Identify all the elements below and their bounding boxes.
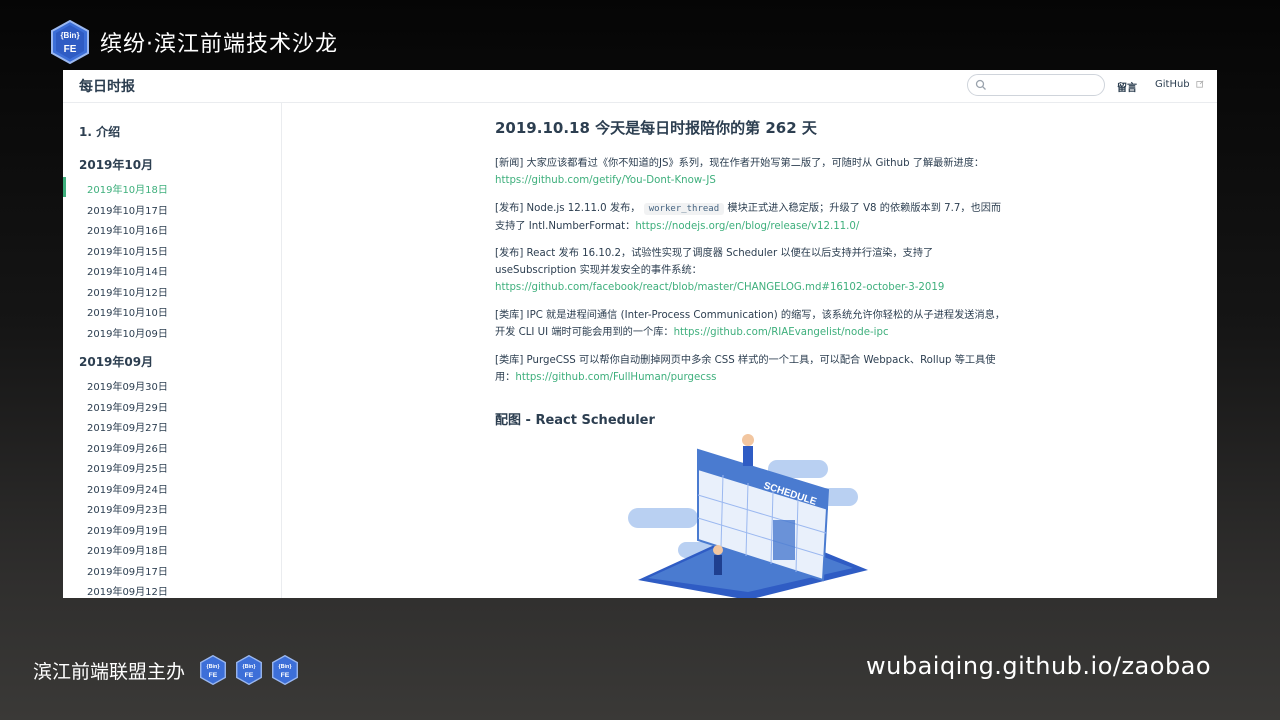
sidebar-item-20190927[interactable]: 2019年09月27日 bbox=[87, 419, 168, 434]
news-item-2-text-a: [发布] Node.js 12.11.0 发布， bbox=[495, 203, 641, 214]
sidebar-item-20190926[interactable]: 2019年09月26日 bbox=[87, 440, 168, 455]
news-item-3-text: [发布] React 发布 16.10.2，试验性实现了调度器 Schedule… bbox=[495, 248, 934, 276]
sidebar-item-20190918[interactable]: 2019年09月18日 bbox=[87, 542, 168, 557]
sidebar: 1. 介绍 2019年10月 2019年10月18日 2019年10月17日 2… bbox=[63, 103, 282, 598]
sidebar-item-20190924[interactable]: 2019年09月24日 bbox=[87, 481, 168, 496]
page-title: 2019.10.18 今天是每日时报陪你的第 262 天 bbox=[495, 119, 817, 137]
nav-github-link[interactable]: GitHub bbox=[1155, 79, 1204, 90]
sidebar-item-20191018[interactable]: 2019年10月18日 bbox=[87, 181, 168, 196]
nav-message-link[interactable]: 留言 bbox=[1117, 79, 1137, 94]
svg-text:FE: FE bbox=[281, 672, 290, 679]
sidebar-item-20191010[interactable]: 2019年10月10日 bbox=[87, 304, 168, 319]
sidebar-item-20190929[interactable]: 2019年09月29日 bbox=[87, 399, 168, 414]
sidebar-item-intro[interactable]: 1. 介绍 bbox=[79, 123, 120, 140]
site-title[interactable]: 每日时报 bbox=[79, 76, 135, 96]
news-item-3-link[interactable]: https://github.com/facebook/react/blob/m… bbox=[495, 282, 944, 293]
bin-fe-logo-icon: {Bin} FE bbox=[272, 655, 298, 685]
sidebar-item-20191017[interactable]: 2019年10月17日 bbox=[87, 202, 168, 217]
sidebar-item-20190923[interactable]: 2019年09月23日 bbox=[87, 501, 168, 516]
sidebar-item-20190919[interactable]: 2019年09月19日 bbox=[87, 522, 168, 537]
nav-github-label: GitHub bbox=[1155, 79, 1190, 90]
search-icon bbox=[975, 79, 986, 90]
inline-code: worker_thread bbox=[643, 203, 725, 215]
news-item-2-link[interactable]: https://nodejs.org/en/blog/release/v12.1… bbox=[635, 221, 859, 232]
section-heading: 配图 - React Scheduler bbox=[495, 413, 655, 428]
footer-url: wubaiqing.github.io/zaobao bbox=[866, 652, 1212, 680]
react-scheduler-illustration: SCHEDULE bbox=[628, 434, 868, 598]
sidebar-item-20191009[interactable]: 2019年10月09日 bbox=[87, 325, 168, 340]
sidebar-item-20191016[interactable]: 2019年10月16日 bbox=[87, 222, 168, 237]
sidebar-item-20191012[interactable]: 2019年10月12日 bbox=[87, 284, 168, 299]
svg-text:{Bin}: {Bin} bbox=[279, 664, 293, 670]
slide-title: 缤纷·滨江前端技术沙龙 bbox=[100, 32, 338, 57]
slide-header: {Bin} FE 缤纷·滨江前端技术沙龙 bbox=[50, 20, 338, 64]
search-input[interactable] bbox=[967, 74, 1105, 96]
footer-organizer-text: 滨江前端联盟主办 bbox=[33, 660, 186, 683]
news-item-5: [类库] PurgeCSS 可以帮你自动删掉网页中多余 CSS 样式的一个工具，… bbox=[495, 352, 1007, 386]
sidebar-item-20191015[interactable]: 2019年10月15日 bbox=[87, 243, 168, 258]
svg-text:FE: FE bbox=[64, 44, 77, 55]
external-link-icon bbox=[1196, 80, 1204, 88]
sidebar-group-2019-09[interactable]: 2019年09月 bbox=[79, 353, 153, 370]
bin-fe-logo-icon: {Bin} FE bbox=[236, 655, 262, 685]
news-item-5-link[interactable]: https://github.com/FullHuman/purgecss bbox=[515, 372, 716, 383]
news-item-3: [发布] React 发布 16.10.2，试验性实现了调度器 Schedule… bbox=[495, 245, 1007, 296]
svg-text:{Bin}: {Bin} bbox=[207, 664, 221, 670]
sidebar-item-20190912[interactable]: 2019年09月12日 bbox=[87, 583, 168, 598]
sidebar-group-2019-10[interactable]: 2019年10月 bbox=[79, 156, 153, 173]
sidebar-item-20191014[interactable]: 2019年10月14日 bbox=[87, 263, 168, 278]
bin-fe-logo-icon: {Bin} FE bbox=[200, 655, 226, 685]
sidebar-item-20190930[interactable]: 2019年09月30日 bbox=[87, 378, 168, 393]
svg-text:{Bin}: {Bin} bbox=[243, 664, 257, 670]
news-item-4-link[interactable]: https://github.com/RIAEvangelist/node-ip… bbox=[674, 327, 889, 338]
svg-text:FE: FE bbox=[209, 672, 218, 679]
news-item-4: [类库] IPC 就是进程间通信 (Inter-Process Communic… bbox=[495, 307, 1007, 341]
sidebar-active-indicator bbox=[63, 177, 66, 197]
news-item-1-text: [新闻] 大家应该都看过《你不知道的JS》系列，现在作者开始写第二版了，可随时从… bbox=[495, 158, 985, 169]
svg-text:{Bin}: {Bin} bbox=[60, 31, 79, 40]
news-item-2: [发布] Node.js 12.11.0 发布， worker_thread 模… bbox=[495, 200, 1007, 235]
site-header: 每日时报 留言 GitHub bbox=[63, 70, 1217, 103]
bin-fe-logo-icon: {Bin} FE bbox=[51, 20, 89, 64]
browser-window: 每日时报 留言 GitHub 1. 介绍 2019年10月 2019年10月18… bbox=[63, 70, 1217, 598]
sidebar-item-20190917[interactable]: 2019年09月17日 bbox=[87, 563, 168, 578]
footer-left: 滨江前端联盟主办 {Bin} FE {Bin} FE {Bin} FE bbox=[33, 655, 299, 685]
news-item-1: [新闻] 大家应该都看过《你不知道的JS》系列，现在作者开始写第二版了，可随时从… bbox=[495, 155, 1007, 189]
svg-text:FE: FE bbox=[245, 672, 254, 679]
sidebar-item-20190925[interactable]: 2019年09月25日 bbox=[87, 460, 168, 475]
news-item-1-link[interactable]: https://github.com/getify/You-Dont-Know-… bbox=[495, 175, 716, 186]
